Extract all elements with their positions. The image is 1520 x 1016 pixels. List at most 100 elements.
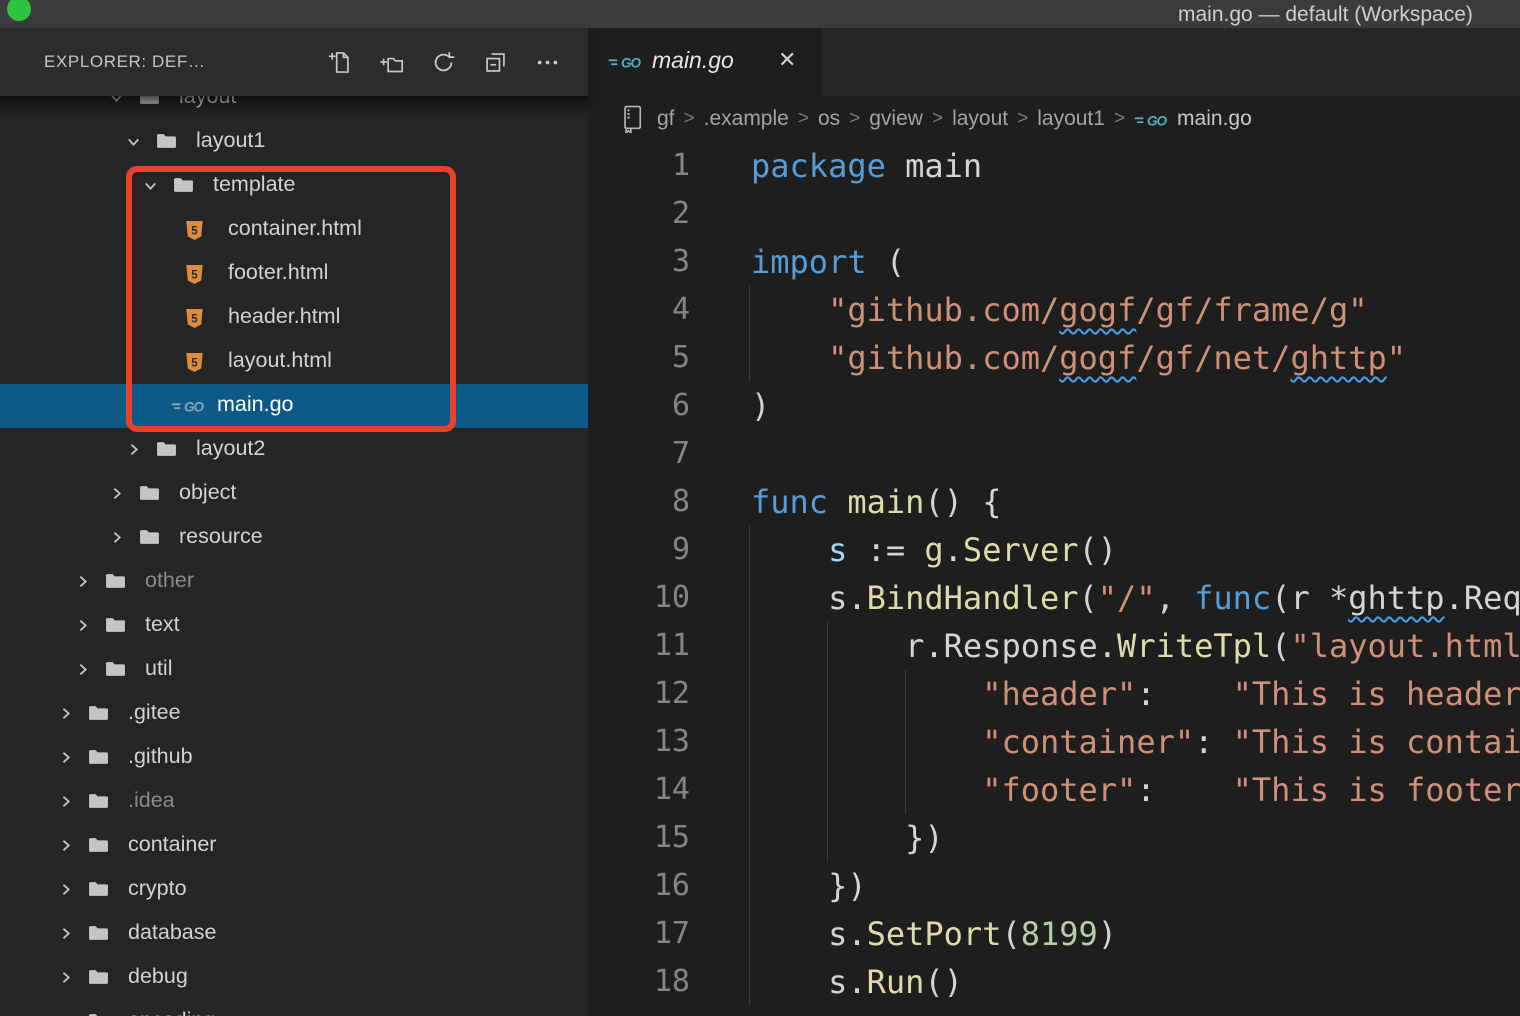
- code-line-6[interactable]: 6): [588, 382, 1520, 430]
- tree-item--gitee[interactable]: .gitee: [0, 692, 588, 736]
- code-token: [751, 531, 828, 569]
- tree-item-main-go[interactable]: GOmain.go: [0, 384, 588, 428]
- line-number[interactable]: 8: [588, 478, 690, 526]
- tree-item-object[interactable]: object: [0, 472, 588, 516]
- tree-item-encoding[interactable]: encoding: [0, 1000, 588, 1016]
- code-line-16[interactable]: 16 }): [588, 862, 1520, 910]
- refresh-explorer-icon[interactable]: [424, 43, 462, 81]
- tree-item--github[interactable]: .github: [0, 736, 588, 780]
- code-token: Run: [867, 963, 925, 1001]
- code-line-10[interactable]: 10 s.BindHandler("/", func(r *ghttp.Requ…: [588, 574, 1520, 622]
- tree-item-text[interactable]: text: [0, 604, 588, 648]
- collapse-folders-icon[interactable]: [476, 43, 514, 81]
- tree-item-layout[interactable]: layout: [0, 96, 588, 120]
- tree-item-label: text: [145, 612, 180, 637]
- macos-green-traffic-light[interactable]: [7, 0, 31, 21]
- line-number[interactable]: 9: [588, 526, 690, 574]
- code-token: r.Response.: [751, 627, 1117, 665]
- code-line-4[interactable]: 4 "github.com/gogf/gf/frame/g": [588, 286, 1520, 334]
- code-token: "github.com/: [828, 339, 1059, 377]
- line-number[interactable]: 13: [588, 718, 690, 766]
- line-number[interactable]: 2: [588, 190, 690, 238]
- breadcrumb-item-main-go[interactable]: main.go: [1177, 107, 1252, 131]
- code-line-15[interactable]: 15 }): [588, 814, 1520, 862]
- breadcrumb-item-os[interactable]: os: [818, 107, 840, 131]
- line-number[interactable]: 7: [588, 430, 690, 478]
- code-line-19[interactable]: 19}: [588, 1006, 1520, 1016]
- line-number[interactable]: 19: [588, 1006, 690, 1016]
- code-line-3[interactable]: 3import (: [588, 238, 1520, 286]
- code-editor[interactable]: 1package main23import (4 "github.com/gog…: [588, 142, 1520, 1016]
- tree-item-label: resource: [179, 524, 263, 549]
- breadcrumb-item-gf[interactable]: gf: [657, 107, 675, 131]
- folder-icon: [88, 792, 109, 815]
- code-line-17[interactable]: 17 s.SetPort(8199): [588, 910, 1520, 958]
- code-token: ): [1098, 915, 1117, 953]
- code-token-squiggle: ghttp: [1290, 339, 1386, 377]
- code-token: (: [867, 243, 906, 281]
- code-line-8[interactable]: 8func main() {: [588, 478, 1520, 526]
- line-number[interactable]: 11: [588, 622, 690, 670]
- tree-item-footer-html[interactable]: 5footer.html: [0, 252, 588, 296]
- code-token: SetPort: [867, 915, 1002, 953]
- code-text: s := g.Server(): [751, 526, 1117, 574]
- line-number[interactable]: 16: [588, 862, 690, 910]
- tree-item-label: database: [128, 920, 216, 945]
- code-text: }): [751, 814, 944, 862]
- line-number[interactable]: 14: [588, 766, 690, 814]
- code-line-7[interactable]: 7: [588, 430, 1520, 478]
- folder-icon: [88, 924, 109, 947]
- folder-icon: [105, 660, 126, 683]
- tree-item-crypto[interactable]: crypto: [0, 868, 588, 912]
- tree-item-layout-html[interactable]: 5layout.html: [0, 340, 588, 384]
- chevron-right-icon: [57, 837, 74, 859]
- line-number[interactable]: 12: [588, 670, 690, 718]
- code-line-11[interactable]: 11 r.Response.WriteTpl("layout.html", g.…: [588, 622, 1520, 670]
- tree-item-other[interactable]: other: [0, 560, 588, 604]
- code-line-14[interactable]: 14 "footer": "This is footer",: [588, 766, 1520, 814]
- line-number[interactable]: 17: [588, 910, 690, 958]
- tree-item--idea[interactable]: .idea: [0, 780, 588, 824]
- tree-item-layout1[interactable]: layout1: [0, 120, 588, 164]
- tree-item-resource[interactable]: resource: [0, 516, 588, 560]
- code-line-5[interactable]: 5 "github.com/gogf/gf/net/ghttp": [588, 334, 1520, 382]
- code-token: "container": [982, 723, 1194, 761]
- line-number[interactable]: 18: [588, 958, 690, 1006]
- code-token: "github.com/: [828, 291, 1059, 329]
- code-line-1[interactable]: 1package main: [588, 142, 1520, 190]
- code-line-18[interactable]: 18 s.Run(): [588, 958, 1520, 1006]
- breadcrumb-item--example[interactable]: .example: [704, 107, 789, 131]
- tree-item-container[interactable]: container: [0, 824, 588, 868]
- close-icon[interactable]: ✕: [778, 47, 796, 73]
- tree-item-header-html[interactable]: 5header.html: [0, 296, 588, 340]
- line-number[interactable]: 4: [588, 286, 690, 334]
- tree-item-util[interactable]: util: [0, 648, 588, 692]
- tree-item-debug[interactable]: debug: [0, 956, 588, 1000]
- line-number[interactable]: 10: [588, 574, 690, 622]
- code-line-2[interactable]: 2: [588, 190, 1520, 238]
- line-number[interactable]: 15: [588, 814, 690, 862]
- chevron-right-icon: [57, 705, 74, 727]
- code-token: /gf/net/: [1136, 339, 1290, 377]
- code-line-12[interactable]: 12 "header": "This is header",: [588, 670, 1520, 718]
- new-file-icon[interactable]: [320, 43, 358, 81]
- tab-main-go[interactable]: GO main.go ✕: [588, 28, 822, 96]
- breadcrumb-item-layout[interactable]: layout: [952, 107, 1008, 131]
- line-number[interactable]: 1: [588, 142, 690, 190]
- line-number[interactable]: 6: [588, 382, 690, 430]
- tree-item-template[interactable]: template: [0, 164, 588, 208]
- code-line-9[interactable]: 9 s := g.Server(): [588, 526, 1520, 574]
- code-line-13[interactable]: 13 "container": "This is container",: [588, 718, 1520, 766]
- line-number[interactable]: 5: [588, 334, 690, 382]
- line-number[interactable]: 3: [588, 238, 690, 286]
- new-folder-icon[interactable]: [372, 43, 410, 81]
- tree-item-container-html[interactable]: 5container.html: [0, 208, 588, 252]
- breadcrumb-item-gview[interactable]: gview: [869, 107, 923, 131]
- tree-item-label: template: [213, 172, 295, 197]
- tree-item-database[interactable]: database: [0, 912, 588, 956]
- tree-item-label: layout: [179, 96, 236, 109]
- breadcrumb-item-layout1[interactable]: layout1: [1037, 107, 1105, 131]
- tree-item-layout2[interactable]: layout2: [0, 428, 588, 472]
- more-actions-icon[interactable]: [528, 43, 566, 81]
- chevron-right-icon: [57, 749, 74, 771]
